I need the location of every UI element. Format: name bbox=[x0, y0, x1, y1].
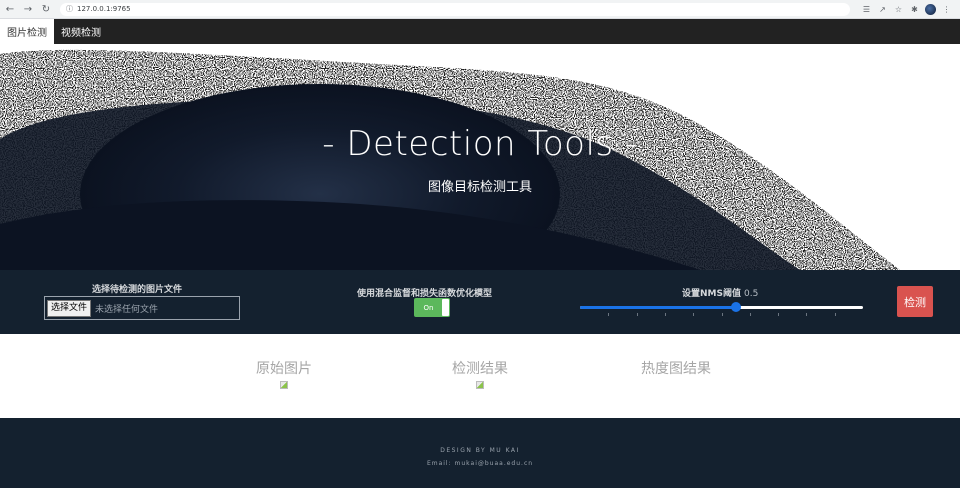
share-icon[interactable]: ↗ bbox=[877, 4, 888, 15]
hero-subtitle: 图像目标检测工具 bbox=[427, 180, 532, 195]
slider-thumb[interactable] bbox=[731, 302, 741, 312]
slider-ticks bbox=[580, 313, 863, 317]
original-image-column: 原始图片 bbox=[254, 358, 314, 389]
nms-value: 0.5 bbox=[743, 289, 759, 299]
back-icon[interactable]: ← bbox=[2, 1, 18, 17]
footer-credit: DESIGN BY MU KAI bbox=[440, 447, 520, 454]
toggle-knob bbox=[442, 299, 449, 316]
results-section: 原始图片 检测结果 热度图结果 bbox=[0, 334, 960, 418]
file-label: 选择待检测的图片文件 bbox=[92, 285, 183, 295]
toggle-state-text: On bbox=[423, 303, 434, 312]
nms-label-text: 设置NMS阈值 bbox=[682, 289, 741, 299]
detection-result-column: 检测结果 bbox=[450, 358, 510, 389]
hero-banner: - Detection Tools - 图像目标检测工具 bbox=[0, 44, 960, 270]
slider-tick bbox=[693, 313, 694, 316]
nms-slider[interactable] bbox=[580, 302, 863, 316]
broken-image-icon bbox=[280, 381, 288, 389]
slider-tick bbox=[750, 313, 751, 316]
address-bar[interactable]: ⓘ 127.0.0.1:9765 bbox=[60, 2, 850, 16]
slider-tick bbox=[778, 313, 779, 316]
broken-image-icon bbox=[476, 381, 484, 389]
app-navbar: 图片检测 视频检测 bbox=[0, 19, 960, 44]
url-text: 127.0.0.1:9765 bbox=[77, 5, 131, 13]
slider-tick bbox=[722, 313, 723, 316]
file-input[interactable]: 选择文件 未选择任何文件 bbox=[44, 296, 240, 320]
control-bar: 选择待检测的图片文件 选择文件 未选择任何文件 使用混合监督和损失函数优化模型 … bbox=[0, 270, 960, 334]
profile-avatar[interactable] bbox=[925, 3, 936, 15]
slider-tick bbox=[835, 313, 836, 316]
footer-email: Email: mukai@buaa.edu.cn bbox=[426, 460, 534, 467]
slider-tick bbox=[806, 313, 807, 316]
nms-label: 设置NMS阈值 0.5 bbox=[682, 286, 758, 299]
extensions-icon[interactable]: ✱ bbox=[909, 4, 920, 15]
tab-image-detection[interactable]: 图片检测 bbox=[0, 19, 54, 44]
browser-toolbar: ← → ↻ ⓘ 127.0.0.1:9765 ☰ ↗ ☆ ✱ ⋮ bbox=[0, 0, 960, 19]
original-image-title: 原始图片 bbox=[256, 361, 312, 377]
mixed-supervision-toggle[interactable]: On bbox=[414, 298, 450, 317]
reload-icon[interactable]: ↻ bbox=[38, 1, 54, 17]
tab-video-detection[interactable]: 视频检测 bbox=[54, 19, 108, 44]
heatmap-result-title: 热度图结果 bbox=[641, 361, 711, 377]
slider-tick bbox=[637, 313, 638, 316]
file-status-text: 未选择任何文件 bbox=[95, 304, 159, 315]
menu-icon[interactable]: ⋮ bbox=[941, 4, 952, 15]
page-footer: DESIGN BY MU KAI Email: mukai@buaa.edu.c… bbox=[0, 418, 960, 488]
hero-title: - Detection Tools - bbox=[322, 124, 638, 164]
forward-icon[interactable]: → bbox=[20, 1, 36, 17]
info-icon[interactable]: ⓘ bbox=[66, 4, 73, 14]
slider-tick bbox=[665, 313, 666, 316]
slider-fill bbox=[580, 306, 736, 309]
detection-result-title: 检测结果 bbox=[452, 361, 508, 377]
slider-tick bbox=[608, 313, 609, 316]
choose-file-button[interactable]: 选择文件 bbox=[47, 299, 92, 317]
star-icon[interactable]: ☆ bbox=[893, 4, 904, 15]
translate-icon[interactable]: ☰ bbox=[861, 4, 872, 15]
detect-button[interactable]: 检测 bbox=[897, 286, 933, 317]
heatmap-result-column: 热度图结果 bbox=[638, 358, 714, 378]
